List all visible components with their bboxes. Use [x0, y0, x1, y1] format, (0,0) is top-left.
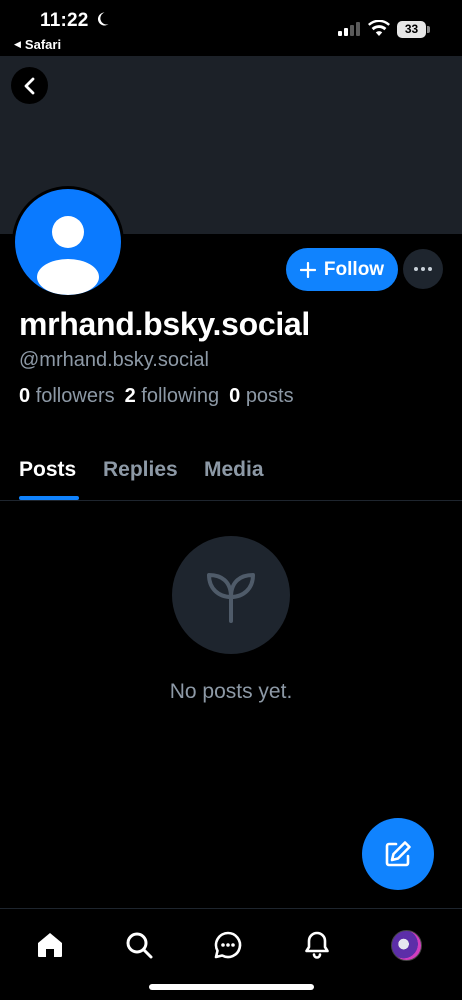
battery-nub — [427, 26, 430, 33]
profile-display-name: mrhand.bsky.social — [19, 306, 311, 342]
compose-post-button[interactable] — [362, 818, 434, 890]
default-avatar — [15, 189, 121, 295]
back-to-app-link[interactable]: ◀ Safari — [14, 37, 61, 52]
nav-chat[interactable] — [208, 925, 248, 965]
nav-profile[interactable] — [386, 925, 426, 965]
nav-search[interactable] — [119, 925, 159, 965]
back-app-label: Safari — [24, 37, 62, 52]
profile-tabs: Posts Replies Media — [0, 448, 462, 501]
follow-button[interactable]: Follow — [286, 248, 398, 291]
profile-avatar[interactable] — [12, 186, 124, 298]
bell-icon — [305, 931, 329, 959]
battery-indicator: 33 — [397, 21, 430, 38]
followers-label: followers — [35, 385, 115, 407]
user-silhouette-icon — [37, 216, 99, 295]
following-stat[interactable]: 2 following — [125, 385, 220, 408]
posts-stat: 0 posts — [229, 385, 294, 408]
active-tab-indicator — [19, 496, 79, 500]
compose-icon — [385, 841, 411, 867]
chevron-left-icon — [24, 77, 34, 94]
nav-notifications[interactable] — [297, 925, 337, 965]
more-options-button[interactable] — [403, 249, 443, 289]
cellular-signal-icon — [338, 22, 360, 36]
empty-state-message: No posts yet. — [169, 680, 293, 703]
back-triangle-icon: ◀ — [14, 39, 21, 49]
back-button[interactable] — [11, 67, 48, 104]
status-bar: 11:22 ◀ Safari 33 — [0, 0, 462, 56]
follow-button-label: Follow — [323, 258, 385, 280]
ellipsis-icon — [414, 267, 432, 271]
profile-handle: @mrhand.bsky.social — [19, 349, 209, 371]
search-icon — [126, 932, 153, 959]
home-icon — [38, 933, 62, 957]
tab-media[interactable]: Media — [204, 458, 264, 482]
posts-label: posts — [245, 385, 294, 407]
followers-count: 0 — [19, 385, 31, 407]
chat-icon — [214, 931, 242, 959]
wifi-icon — [368, 20, 390, 36]
tab-replies[interactable]: Replies — [103, 458, 178, 482]
moon-icon — [97, 12, 109, 26]
profile-avatar-thumbnail — [390, 929, 422, 961]
battery-level: 33 — [397, 21, 426, 38]
tab-posts[interactable]: Posts — [19, 458, 76, 482]
status-time: 11:22 — [40, 10, 89, 31]
plus-icon — [299, 261, 316, 278]
home-indicator — [149, 984, 314, 990]
empty-state-icon-container — [172, 536, 290, 654]
nav-home[interactable] — [30, 925, 70, 965]
posts-count: 0 — [229, 385, 241, 407]
following-label: following — [141, 385, 220, 407]
profile-stats: 0 followers 2 following 0 posts — [19, 385, 294, 408]
sprout-icon — [207, 573, 255, 623]
following-count: 2 — [124, 385, 136, 407]
followers-stat[interactable]: 0 followers — [19, 385, 115, 408]
